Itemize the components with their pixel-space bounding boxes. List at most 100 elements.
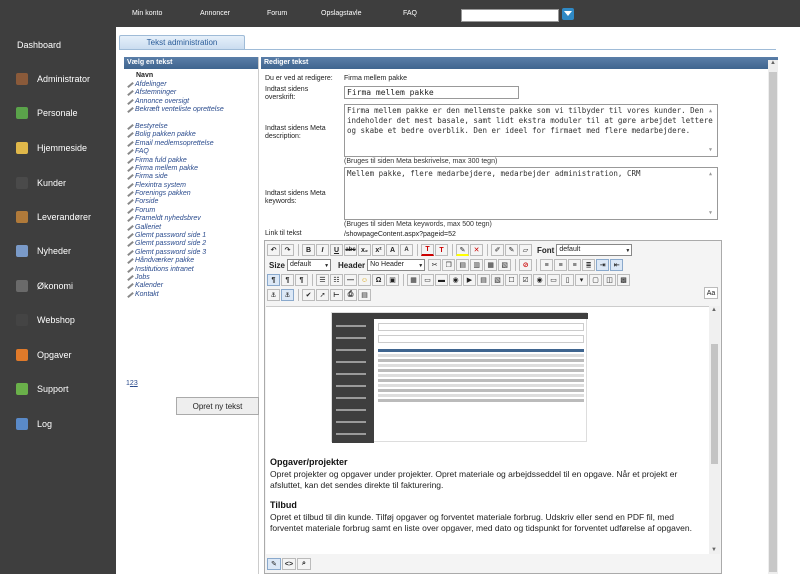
- list-item[interactable]: Annonce oversigt: [126, 98, 247, 106]
- nav-forum[interactable]: Forum: [267, 10, 287, 17]
- frame-icon[interactable]: ▭: [421, 274, 434, 286]
- align-justify-icon[interactable]: ≣: [582, 259, 596, 271]
- paste-text-icon[interactable]: ▥: [470, 259, 484, 271]
- textfield-icon[interactable]: ▭: [547, 274, 560, 286]
- rtl-icon[interactable]: ¶: [281, 274, 294, 286]
- list-item[interactable]: Galleriet: [126, 224, 247, 232]
- emoticon-icon[interactable]: ☺: [358, 274, 371, 286]
- ruler-icon[interactable]: ⊢: [330, 289, 343, 301]
- create-text-button[interactable]: Opret ny tekst: [176, 397, 259, 415]
- list-item[interactable]: Glemt password side 2: [126, 240, 247, 248]
- list-item[interactable]: Institutions intranet: [126, 266, 247, 274]
- list-item[interactable]: Firma mellem pakke: [126, 165, 247, 173]
- bullet-list-icon[interactable]: ☰: [316, 274, 329, 286]
- list-item[interactable]: Email medlemsoprettelse: [126, 140, 247, 148]
- superscript-icon[interactable]: x²: [372, 244, 385, 256]
- highlight-icon[interactable]: ✎: [456, 244, 469, 256]
- template-icon[interactable]: ▧: [491, 274, 504, 286]
- insert-image-icon[interactable]: ▣: [386, 274, 399, 286]
- list-item[interactable]: Forenings pakken: [126, 190, 247, 198]
- sidebar-item-opgaver[interactable]: Opgaver: [16, 347, 114, 363]
- list-item[interactable]: Frameldt nyhedsbrev: [126, 215, 247, 223]
- clear-highlight-icon[interactable]: ✕: [470, 244, 483, 256]
- sidebar-item-leverandører[interactable]: Leverandører: [16, 209, 114, 225]
- button-icon[interactable]: ▢: [589, 274, 602, 286]
- copy-icon[interactable]: ❐: [442, 259, 456, 271]
- html-mode-icon[interactable]: <>: [282, 558, 296, 570]
- anchor-icon[interactable]: ⚓: [267, 289, 280, 301]
- text-case-button[interactable]: Aa: [704, 287, 718, 299]
- brush-icon[interactable]: ✎: [505, 244, 518, 256]
- size-select[interactable]: default: [287, 259, 332, 271]
- search-input[interactable]: [461, 9, 559, 22]
- form-icon[interactable]: ☐: [505, 274, 518, 286]
- radio-icon[interactable]: ◉: [533, 274, 546, 286]
- underline-icon[interactable]: U: [330, 244, 343, 256]
- list-item[interactable]: Bolig pakken pakke: [126, 131, 247, 139]
- align-left-icon[interactable]: ≡: [540, 259, 554, 271]
- sidebar-item-dashboard[interactable]: Dashboard: [17, 40, 61, 50]
- sidebar-item-administrator[interactable]: Administrator: [16, 71, 114, 87]
- list-item[interactable]: Forside: [126, 198, 247, 206]
- undo-icon[interactable]: ↶: [267, 244, 280, 256]
- meta-keywords-textarea[interactable]: Mellem pakke, flere medarbejdere, medarb…: [344, 167, 718, 220]
- page-scrollbar[interactable]: [768, 60, 778, 574]
- paste-icon[interactable]: ▤: [456, 259, 470, 271]
- numbered-list-icon[interactable]: ☷: [330, 274, 343, 286]
- list-item[interactable]: Jobs: [126, 274, 247, 282]
- preview-mode-icon[interactable]: ⌕: [297, 558, 311, 570]
- list-item[interactable]: Flexintra system: [126, 182, 247, 190]
- delete-icon[interactable]: ⊘: [519, 259, 533, 271]
- filter-icon[interactable]: [562, 8, 574, 20]
- sidebar-item-support[interactable]: Support: [16, 381, 114, 397]
- media-icon[interactable]: ▶: [463, 274, 476, 286]
- indent-icon[interactable]: ⇥: [596, 259, 610, 271]
- page-3[interactable]: 3: [134, 380, 138, 387]
- flash-icon[interactable]: ◉: [449, 274, 462, 286]
- header-select[interactable]: No Header: [367, 259, 426, 271]
- list-item[interactable]: Glemt password side 3: [126, 249, 247, 257]
- list-item[interactable]: Håndværker pakke: [126, 257, 247, 265]
- bold-icon[interactable]: B: [302, 244, 315, 256]
- sidebar-item-log[interactable]: Log: [16, 416, 114, 432]
- sidebar-item-kunder[interactable]: Kunder: [16, 175, 114, 191]
- sidebar-item-personale[interactable]: Personale: [16, 105, 114, 121]
- table-icon[interactable]: ▦: [407, 274, 420, 286]
- list-item[interactable]: Glemt password side 1: [126, 232, 247, 240]
- document-icon[interactable]: ▤: [477, 274, 490, 286]
- design-mode-icon[interactable]: ✎: [267, 558, 281, 570]
- sidebar-item-nyheder[interactable]: Nyheder: [16, 243, 114, 259]
- subscript-icon[interactable]: x₂: [358, 244, 371, 256]
- paste-html-icon[interactable]: ▧: [498, 259, 512, 271]
- eyedropper-icon[interactable]: ✐: [491, 244, 504, 256]
- list-item[interactable]: Afdelinger: [126, 81, 247, 89]
- textarea-scrollbar[interactable]: [709, 106, 716, 155]
- font-color-icon[interactable]: T: [421, 244, 434, 256]
- textarea-scrollbar[interactable]: [709, 169, 716, 218]
- strikethrough-icon[interactable]: abc: [344, 244, 357, 256]
- eraser-icon[interactable]: ▱: [519, 244, 532, 256]
- list-item[interactable]: Forum: [126, 207, 247, 215]
- italic-icon[interactable]: I: [316, 244, 329, 256]
- textarea-icon[interactable]: ▯: [561, 274, 574, 286]
- horizontal-rule-icon[interactable]: —: [344, 274, 357, 286]
- anchor-link-icon[interactable]: ⚓: [281, 289, 294, 301]
- select-icon[interactable]: ➚: [316, 289, 329, 301]
- headline-input[interactable]: Firma mellem pakke: [344, 86, 519, 99]
- list-item[interactable]: FAQ: [126, 148, 247, 156]
- tab-tekst-administration[interactable]: Tekst administration: [119, 35, 245, 50]
- nav-min-konto[interactable]: Min konto: [132, 10, 162, 17]
- paragraph-icon[interactable]: ¶: [295, 274, 308, 286]
- list-item[interactable]: Firma fuld pakke: [126, 157, 247, 165]
- align-center-icon[interactable]: ≡: [554, 259, 568, 271]
- sidebar-item-hjemmeside[interactable]: Hjemmeside: [16, 140, 114, 156]
- image-map-icon[interactable]: ▬: [435, 274, 448, 286]
- align-right-icon[interactable]: ≡: [568, 259, 582, 271]
- list-item[interactable]: Kalender: [126, 282, 247, 290]
- font-shrink-icon[interactable]: A: [400, 244, 413, 256]
- ltr-icon[interactable]: ¶: [267, 274, 280, 286]
- select-box-icon[interactable]: ▾: [575, 274, 588, 286]
- hidden-field-icon[interactable]: ◫: [603, 274, 616, 286]
- nav-opslagstavle[interactable]: Opslagstavle: [321, 10, 361, 17]
- font-select[interactable]: default: [556, 244, 633, 256]
